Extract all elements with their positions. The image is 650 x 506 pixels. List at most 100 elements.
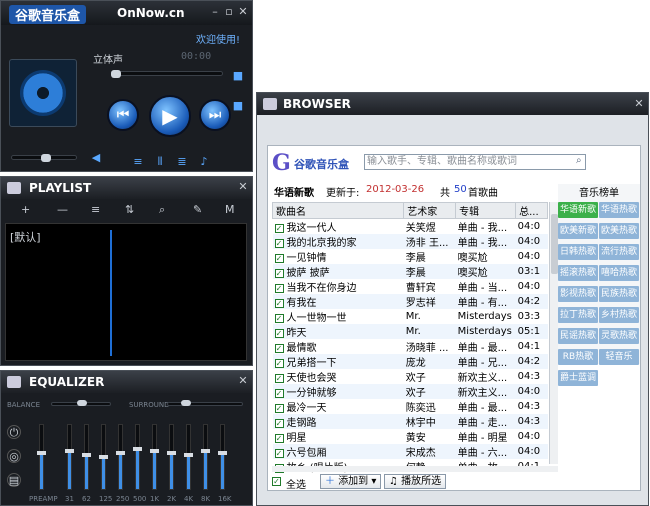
edit-icon[interactable]: ✎ [193, 203, 202, 216]
artist-cell[interactable]: Mr. [404, 309, 456, 324]
eq-band-knob[interactable] [116, 451, 125, 455]
duration-cell[interactable]: 04:2 [515, 354, 548, 369]
song-name-cell[interactable]: ✓ 有我在 [272, 294, 404, 309]
progress-thumb[interactable] [111, 70, 121, 78]
play-selected-button[interactable]: ♫ 播放所选 [384, 474, 447, 489]
song-name-cell[interactable]: ✓ 人一世物一世 [273, 309, 404, 324]
album-cell[interactable]: 新欢主义... [456, 369, 516, 384]
mode-icon[interactable]: ≣ [175, 155, 189, 169]
chart-item[interactable]: 轻音乐 [599, 349, 639, 365]
scroll-thumb[interactable] [551, 214, 558, 274]
song-name-cell[interactable]: ✓ 昨天 [272, 324, 404, 339]
duration-cell[interactable]: 04:3 [515, 414, 548, 429]
chart-item[interactable]: 流行热歌 [599, 244, 639, 260]
album-cell[interactable]: 单曲 - 兄... [455, 354, 516, 369]
table-row[interactable]: ✓ 明星 黄安 单曲 - 明星 04:0 [273, 429, 548, 444]
play-button[interactable]: ▶ [149, 95, 191, 137]
duration-cell[interactable]: 04:0 [516, 249, 548, 264]
close-icon[interactable]: ✕ [237, 6, 249, 18]
table-row[interactable]: ✓ 兄弟搭一下 庞龙 单曲 - 兄... 04:2 [272, 354, 548, 369]
eq-band-slider[interactable] [82, 424, 91, 490]
chart-item[interactable]: 欧美新歌 [558, 223, 598, 239]
chart-item[interactable]: 华语新歌 [558, 202, 598, 218]
eq-band-slider[interactable] [150, 424, 159, 490]
artist-cell[interactable]: 罗志祥 [403, 294, 456, 309]
row-checkbox[interactable]: ✓ [274, 223, 284, 233]
duration-cell[interactable]: 05:1 [515, 324, 548, 339]
eq-band-knob[interactable] [133, 447, 142, 451]
eq-band-slider[interactable] [218, 424, 227, 490]
equalizer-toggle-icon[interactable]: ⫴ [153, 155, 167, 169]
balance-thumb[interactable] [77, 400, 87, 406]
song-name-cell[interactable]: ✓ 兄弟搭一下 [272, 354, 404, 369]
select-all-label[interactable]: 全选 [286, 476, 306, 491]
eq-band-slider[interactable] [65, 424, 74, 490]
surround-thumb[interactable] [181, 400, 191, 406]
duration-cell[interactable]: 04:0 [515, 384, 548, 399]
next-button[interactable]: ⏭ [199, 99, 231, 131]
album-cell[interactable]: 单曲 - 最... [456, 339, 516, 354]
row-checkbox[interactable]: ✓ [274, 238, 284, 248]
restore-icon[interactable]: ▫ [223, 6, 235, 18]
duration-cell[interactable]: 04:1 [516, 339, 548, 354]
chart-item[interactable]: 民族热歌 [599, 286, 639, 302]
album-cell[interactable]: 噢买尬 [455, 264, 516, 279]
eq-band-knob[interactable] [82, 453, 91, 457]
song-name-cell[interactable]: ✓ 天使也会哭 [273, 369, 404, 384]
open-file-icon[interactable]: ■ [231, 69, 245, 83]
artist-cell[interactable]: 宋成杰 [403, 444, 456, 459]
eq-band-knob[interactable] [150, 449, 159, 453]
album-cell[interactable]: 单曲 - 明星 [456, 429, 516, 444]
close-icon[interactable]: ✕ [633, 98, 645, 110]
col-name[interactable]: 歌曲名 [271, 202, 405, 219]
album-cell[interactable]: 单曲 - 六... [455, 444, 516, 459]
surround-slider[interactable] [167, 402, 243, 406]
song-name-cell[interactable]: ✓ 明星 [273, 429, 404, 444]
table-row[interactable]: ✓ 六号包厢 宋成杰 单曲 - 六... 04:0 [272, 444, 548, 459]
eq-band-knob[interactable] [218, 451, 227, 455]
song-name-cell[interactable]: ✓ 一见钟情 [273, 249, 404, 264]
row-checkbox[interactable]: ✓ [274, 373, 284, 383]
album-cell[interactable]: 新欢主义... [455, 384, 516, 399]
playlist-divider[interactable] [110, 230, 112, 356]
album-cell[interactable]: 单曲 - 最... [456, 399, 516, 414]
album-cell[interactable]: 单曲 - 我... [456, 219, 516, 234]
vertical-scrollbar[interactable] [549, 202, 558, 464]
artist-cell[interactable]: 关笑煜 [404, 219, 456, 234]
artist-cell[interactable]: 曹轩宾 [404, 279, 456, 294]
previous-button[interactable]: ⏮ [107, 99, 139, 131]
chart-item[interactable]: 拉丁热歌 [558, 307, 598, 323]
table-row[interactable]: ✓ 我的北京我的家 汤非 王... 单曲 - 我... 04:0 [272, 234, 548, 249]
preamp-knob[interactable] [37, 451, 46, 455]
duration-cell[interactable]: 03:3 [516, 309, 548, 324]
song-name-cell[interactable]: ✓ 六号包厢 [272, 444, 404, 459]
artist-cell[interactable]: 欢子 [403, 384, 456, 399]
progress-slider[interactable] [111, 71, 223, 76]
table-row[interactable]: ✓ 一分钟就够 欢子 新欢主义... 04:0 [272, 384, 548, 399]
preset-icon[interactable]: ▤ [7, 473, 21, 487]
row-checkbox[interactable]: ✓ [274, 403, 284, 413]
sort-icon[interactable]: ⇅ [125, 203, 134, 216]
eq-band-knob[interactable] [201, 449, 210, 453]
song-name-cell[interactable]: ✓ 我这一代人 [273, 219, 404, 234]
album-cell[interactable]: 单曲 - 我... [455, 234, 516, 249]
chart-item[interactable]: 日韩热歌 [558, 244, 598, 260]
song-name-cell[interactable]: ✓ 一分钟就够 [272, 384, 404, 399]
artist-cell[interactable]: Mr. [403, 324, 456, 339]
chart-item[interactable]: 影视热歌 [558, 286, 598, 302]
song-name-cell[interactable]: ✓ 当我不在你身边 [273, 279, 404, 294]
chart-item[interactable]: 欧美热歌 [599, 223, 639, 239]
duration-cell[interactable]: 04:0 [516, 219, 548, 235]
remove-icon[interactable]: — [57, 203, 68, 216]
eq-band-knob[interactable] [99, 455, 108, 459]
eq-band-slider[interactable] [99, 424, 108, 490]
duration-cell[interactable]: 04:0 [516, 279, 548, 294]
col-album[interactable]: 专辑 [455, 202, 517, 219]
add-icon[interactable]: + [21, 203, 30, 216]
album-cell[interactable]: Misterdays [456, 309, 516, 324]
duration-cell[interactable]: 03:1 [515, 264, 548, 279]
row-checkbox[interactable]: ✓ [274, 433, 284, 443]
artist-cell[interactable]: 李晨 [404, 249, 456, 264]
col-duration[interactable]: 总... [515, 202, 548, 219]
table-row[interactable]: ✓ 走钢路 林宇中 单曲 - 走... 04:3 [272, 414, 548, 429]
